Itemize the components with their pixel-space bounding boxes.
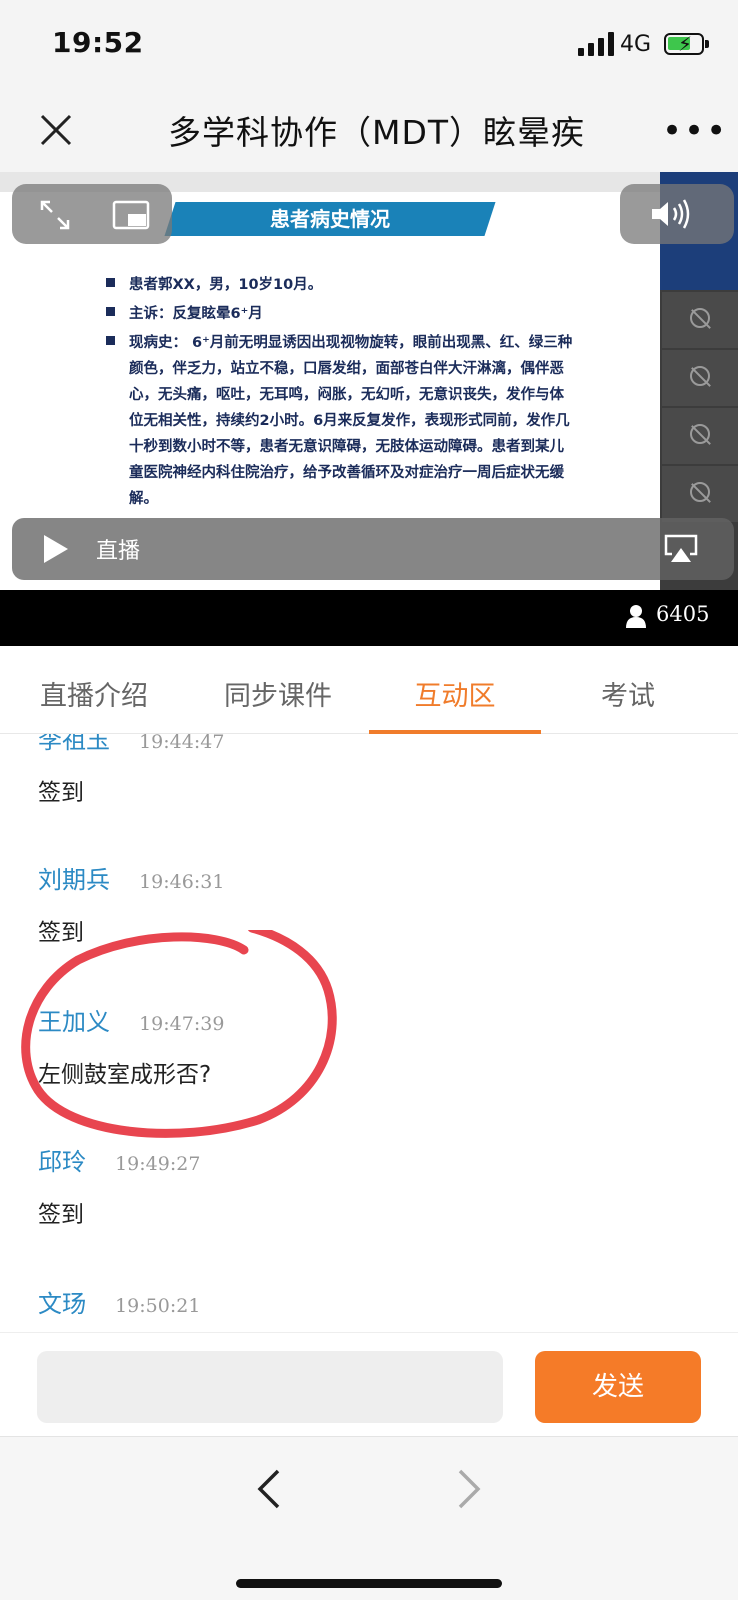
participant-tile[interactable] [662,292,738,348]
player-controls-left [12,184,172,244]
home-indicator[interactable] [236,1579,502,1588]
status-bar: 19:52 4G ⚡ [0,0,738,90]
live-label: 直播 [96,539,141,564]
chat-text: 左侧鼓室成形否? [38,1062,212,1088]
nav-bar: 多学科协作（MDT）眩晕疾 ••• [0,90,738,172]
player-controls-right [620,184,734,244]
chat-message: 李祖玉 19:44:47 签到 [38,734,698,807]
more-icon[interactable]: ••• [662,114,728,148]
chat-text: 签到 [38,780,84,806]
chat-message: 刘期兵 19:46:31 签到 [38,860,698,947]
chat-message: 文玚 19:50:21 [38,1284,698,1319]
chat-time: 19:50:21 [115,1295,201,1317]
pip-icon[interactable] [112,200,150,230]
close-icon[interactable] [36,110,76,150]
chat-list[interactable]: 李祖玉 19:44:47 签到 刘期兵 19:46:31 签到 王加义 19:4… [0,734,738,1332]
network-type: 4G [620,32,652,57]
tab-interaction[interactable]: 互动区 [363,674,547,713]
chat-time: 19:46:31 [139,871,225,893]
slide-bullet: 主诉：反复眩晕6⁺月 [106,301,576,327]
input-bar: 发送 [0,1332,738,1436]
chat-author[interactable]: 刘期兵 [38,860,110,895]
browser-toolbar [0,1436,738,1600]
chat-text: 签到 [38,1202,84,1228]
viewer-bar: 6405 [0,590,738,646]
chat-author[interactable]: 李祖玉 [38,734,110,755]
signal-icon [578,32,614,56]
camera-off-icon [690,308,710,328]
camera-off-icon [690,424,710,444]
fullscreen-icon[interactable] [38,198,72,232]
chat-message: 邱玲 19:49:27 签到 [38,1142,698,1229]
chat-message: 王加义 19:47:39 左侧鼓室成形否? [38,1002,698,1089]
tab-bar: 直播介绍 同步课件 互动区 考试 [0,646,738,734]
volume-icon[interactable] [650,198,696,230]
chat-author[interactable]: 王加义 [38,1002,110,1037]
chat-author[interactable]: 文玚 [38,1284,86,1319]
send-button[interactable]: 发送 [535,1351,701,1423]
chat-author[interactable]: 邱玲 [38,1142,86,1177]
camera-off-icon [690,482,710,502]
chat-time: 19:47:39 [139,1013,225,1035]
user-icon [626,605,646,628]
slide-heading: 患者病史情况 [270,207,390,231]
back-icon[interactable] [254,1467,284,1511]
camera-off-icon [690,366,710,386]
page-title: 多学科协作（MDT）眩晕疾 [168,113,586,152]
slide-bullet: 现病史： 6⁺月前无明显诱因出现视物旋转，眼前出现黑、红、绿三种颜色，伴乏力，站… [106,330,576,512]
chat-time: 19:44:47 [139,734,225,753]
participant-tile[interactable] [662,408,738,464]
chat-text: 签到 [38,920,84,946]
slide-bullet: 患者郭XX，男，10岁10月。 [106,272,576,298]
chat-time: 19:49:27 [115,1153,201,1175]
play-icon[interactable] [44,535,68,563]
participant-tile[interactable] [662,466,738,522]
tab-live-intro[interactable]: 直播介绍 [2,674,186,713]
airplay-icon[interactable] [664,534,698,564]
tab-courseware[interactable]: 同步课件 [186,674,370,713]
viewer-count: 6405 [656,602,710,626]
slide-body: 患者郭XX，男，10岁10月。 主诉：反复眩晕6⁺月 现病史： 6⁺月前无明显诱… [106,272,576,515]
battery-charging-icon: ⚡ [664,32,709,56]
message-input[interactable] [37,1351,503,1423]
forward-icon[interactable] [454,1467,484,1511]
tab-exam[interactable]: 考试 [536,674,720,713]
player-controls-bottom: 直播 [12,518,734,580]
participant-tile[interactable] [662,350,738,406]
status-time: 19:52 [52,26,144,59]
video-player[interactable]: 患者病史情况 患者郭XX，男，10岁10月。 主诉：反复眩晕6⁺月 现病史： 6… [0,172,738,590]
